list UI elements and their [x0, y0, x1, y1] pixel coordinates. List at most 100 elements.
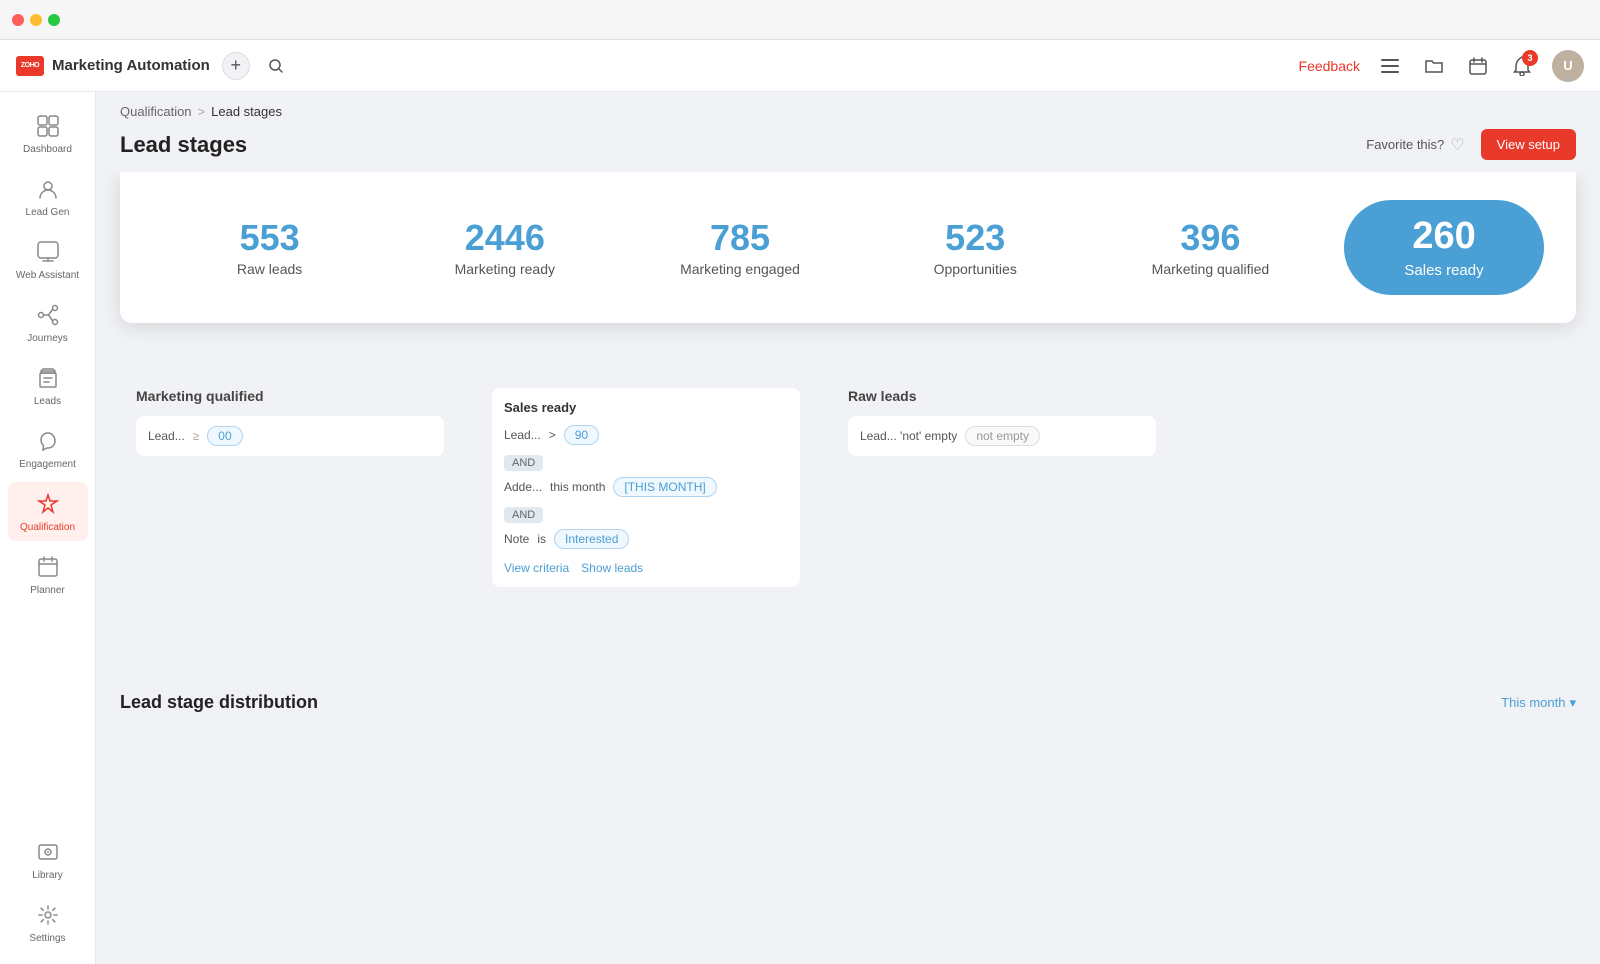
journeys-icon	[34, 301, 62, 329]
notification-badge: 3	[1522, 50, 1538, 66]
page-title: Lead stages	[120, 132, 247, 158]
breadcrumb-current: Lead stages	[211, 104, 282, 119]
criteria-container: Sales ready Lead... > 90 AND Adde... thi…	[492, 388, 800, 587]
folder-icon[interactable]	[1420, 52, 1448, 80]
feedback-link[interactable]: Feedback	[1299, 58, 1360, 74]
engagement-icon	[34, 427, 62, 455]
stat-marketing-qualified: 396 Marketing qualified	[1093, 210, 1328, 286]
stat-label: Raw leads	[152, 261, 387, 277]
show-leads-link[interactable]: Show leads	[581, 561, 643, 575]
sidebar-item-lead-gen[interactable]: Lead Gen	[8, 167, 88, 226]
distribution-section: Lead stage distribution This month ▾	[96, 692, 1600, 753]
stats-overlay: 553 Raw leads 2446 Marketing ready 785 M…	[120, 172, 1576, 323]
criteria-value: 90	[564, 425, 599, 445]
sidebar-item-label: Settings	[29, 933, 65, 944]
close-dot[interactable]	[12, 14, 24, 26]
scroll-area: 553 Raw leads 2446 Marketing ready 785 M…	[96, 172, 1600, 964]
criteria-op: is	[537, 532, 546, 546]
sidebar-item-label: Journeys	[27, 333, 68, 344]
calendar-icon[interactable]	[1464, 52, 1492, 80]
criteria-row-3: Note is Interested	[504, 529, 788, 549]
stat-opportunities: 523 Opportunities	[858, 210, 1093, 286]
distribution-header: Lead stage distribution This month ▾	[120, 692, 1576, 713]
heart-icon[interactable]: ♡	[1450, 135, 1464, 155]
stat-label: Opportunities	[858, 261, 1093, 277]
dashboard-icon	[34, 112, 62, 140]
condition-field: Lead... 'not' empty	[860, 429, 957, 443]
sidebar-item-leads[interactable]: Leads	[8, 356, 88, 415]
sidebar-item-planner[interactable]: Planner	[8, 545, 88, 604]
topnav-right: Feedback 3	[1299, 50, 1584, 82]
sidebar-item-label: Planner	[30, 585, 64, 596]
sidebar-item-label: Web Assistant	[16, 270, 79, 281]
favorite-area: Favorite this? ♡	[1366, 135, 1464, 155]
sidebar-item-label: Library	[32, 870, 63, 881]
criteria-value: Interested	[554, 529, 629, 549]
app-title: Marketing Automation	[52, 57, 210, 74]
raw-leads-card: Raw leads Lead... 'not' empty not empty	[832, 372, 1172, 652]
sidebar-item-label: Leads	[34, 396, 61, 407]
sidebar-item-qualification[interactable]: Qualification	[8, 482, 88, 541]
criteria-field: Lead...	[504, 428, 541, 442]
notification-icon[interactable]: 3	[1508, 52, 1536, 80]
criteria-row-2: Adde... this month [THIS MONTH]	[504, 477, 788, 497]
page-header: Lead stages Favorite this? ♡ View setup	[96, 125, 1600, 172]
sidebar-item-label: Lead Gen	[26, 207, 70, 218]
criteria-field: Adde...	[504, 480, 542, 494]
stat-number: 2446	[387, 218, 622, 258]
month-filter[interactable]: This month ▾	[1501, 695, 1576, 711]
stat-label: Sales ready	[1368, 262, 1520, 279]
view-criteria-link[interactable]: View criteria	[504, 561, 569, 575]
and-badge: AND	[504, 455, 543, 471]
add-button[interactable]: +	[222, 52, 250, 80]
leads-icon	[34, 364, 62, 392]
sidebar-item-web-assistant[interactable]: Web Assistant	[8, 230, 88, 289]
breadcrumb-separator: >	[198, 104, 206, 119]
condition-field: Lead...	[148, 429, 185, 443]
criteria-op: >	[549, 428, 556, 442]
sidebar-item-label: Dashboard	[23, 144, 72, 155]
main-layout: Dashboard Lead Gen Web Assistant	[0, 92, 1600, 964]
stat-label: Marketing qualified	[1093, 261, 1328, 277]
maximize-dot[interactable]	[48, 14, 60, 26]
list-icon[interactable]	[1376, 52, 1404, 80]
empty-card	[1188, 372, 1388, 652]
sidebar-item-journeys[interactable]: Journeys	[8, 293, 88, 352]
sidebar-item-settings[interactable]: Settings	[8, 893, 88, 952]
favorite-text: Favorite this?	[1366, 137, 1444, 152]
minimize-dot[interactable]	[30, 14, 42, 26]
sidebar: Dashboard Lead Gen Web Assistant	[0, 92, 96, 964]
and-badge: AND	[504, 507, 543, 523]
month-filter-label: This month	[1501, 695, 1565, 710]
criteria-op: this month	[550, 480, 605, 494]
main-content: Qualification > Lead stages Lead stages …	[96, 92, 1600, 964]
planner-icon	[34, 553, 62, 581]
card-title: Sales ready	[504, 400, 788, 415]
condition-value: not empty	[965, 426, 1040, 446]
sidebar-item-library[interactable]: Library	[8, 830, 88, 889]
topnav: ZOHO Marketing Automation + Feedback	[0, 40, 1600, 92]
chevron-down-icon: ▾	[1569, 695, 1576, 711]
mq-condition: Lead... ≥ 00	[136, 416, 444, 456]
stat-number: 396	[1093, 218, 1328, 258]
web-assistant-icon	[34, 238, 62, 266]
stat-sales-ready[interactable]: 260 Sales ready	[1344, 200, 1544, 295]
criteria-field: Note	[504, 532, 529, 546]
stat-number: 523	[858, 218, 1093, 258]
app-logo: ZOHO Marketing Automation	[16, 56, 210, 76]
criteria-links: View criteria Show leads	[504, 561, 788, 575]
sidebar-item-engagement[interactable]: Engagement	[8, 419, 88, 478]
sidebar-item-dashboard[interactable]: Dashboard	[8, 104, 88, 163]
stat-raw-leads: 553 Raw leads	[152, 210, 387, 286]
marketing-qualified-card: Marketing qualified Lead... ≥ 00	[120, 372, 460, 652]
sales-ready-card: Sales ready Lead... > 90 AND Adde... thi…	[476, 372, 816, 652]
sidebar-item-label: Engagement	[19, 459, 76, 470]
view-setup-button[interactable]: View setup	[1481, 129, 1576, 160]
search-icon[interactable]	[262, 52, 290, 80]
card-title: Marketing qualified	[136, 388, 444, 404]
qualification-icon	[34, 490, 62, 518]
breadcrumb-parent[interactable]: Qualification	[120, 104, 192, 119]
user-avatar[interactable]: U	[1552, 50, 1584, 82]
stat-number: 785	[622, 218, 857, 258]
window-controls	[12, 14, 60, 26]
